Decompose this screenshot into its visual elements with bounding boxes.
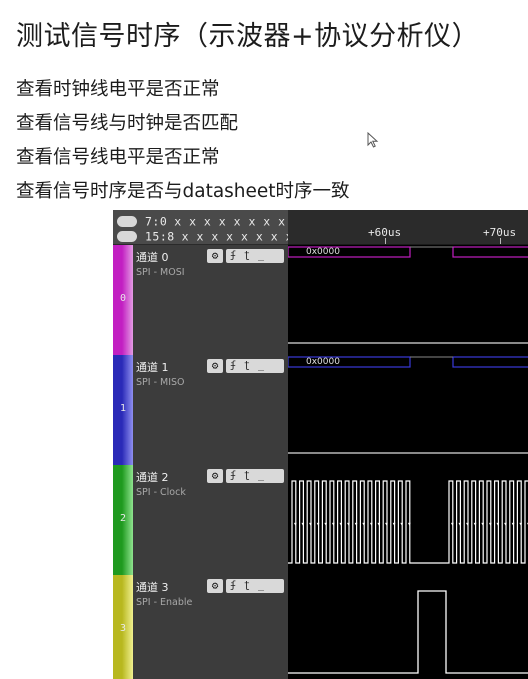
mouse-cursor-icon: [367, 132, 379, 148]
channel-1-description: SPI - MISO: [136, 377, 185, 388]
sample-arrow-icon: ▾: [346, 520, 350, 528]
bullet-clock-level: 查看时钟线电平是否正常: [16, 79, 220, 100]
channel-1-settings-gear-icon[interactable]: ⚙: [207, 359, 223, 373]
mosi-trace: [288, 246, 528, 344]
channel-3-number: 3: [119, 623, 127, 634]
sample-arrow-icon: ▾: [481, 520, 485, 528]
sample-arrow-icon: ▾: [392, 520, 396, 528]
channel-0-row: 0 通道 0 SPI - MOSI ⚙ ʄ ʈ _ 0x0000: [113, 245, 528, 356]
channel-1-row: 1 通道 1 SPI - MISO ⚙ ʄ ʈ _ 0x0000: [113, 355, 528, 466]
sample-arrow-icon: ▾: [354, 520, 358, 528]
channel-3-trigger-selector[interactable]: ʄ ʈ _: [226, 579, 284, 593]
bus-toggle-low-button[interactable]: [117, 216, 137, 227]
sample-arrow-icon: ▾: [301, 520, 305, 528]
sample-arrow-icon: ▾: [511, 520, 515, 528]
rising-edge-trigger-icon[interactable]: ʄ: [226, 579, 240, 593]
channel-1-panel: 通道 1 SPI - MISO ⚙ ʄ ʈ _: [133, 355, 289, 466]
sample-arrow-icon: ▾: [384, 520, 388, 528]
logic-analyzer-window: 7:0 x x x x x x x x 15:8 x x x x x x x x…: [113, 210, 528, 679]
channel-2-name: 通道 2: [136, 471, 169, 484]
sample-arrow-icon: ▾: [458, 520, 462, 528]
channel-0-description: SPI - MOSI: [136, 267, 185, 278]
sample-arrow-icon: ▾: [377, 520, 381, 528]
channel-1-number: 1: [119, 403, 127, 414]
channel-1-name: 通道 1: [136, 361, 169, 374]
rising-edge-trigger-icon[interactable]: ʄ: [226, 469, 240, 483]
time-ruler[interactable]: +60us +70us: [288, 210, 528, 245]
falling-edge-trigger-icon[interactable]: ʈ: [240, 469, 254, 483]
enable-trace: [288, 590, 528, 674]
sample-arrow-icon: ▾: [316, 520, 320, 528]
channel-3-row: 3 通道 3 SPI - Enable ⚙ ʄ ʈ _: [113, 575, 528, 679]
sample-arrow-icon: ▾: [450, 520, 454, 528]
sample-arrow-icon: ▾: [407, 520, 411, 528]
sample-arrow-icon: ▾: [519, 520, 523, 528]
channel-3-waveform[interactable]: [288, 575, 528, 679]
channel-1-trigger-selector[interactable]: ʄ ʈ _: [226, 359, 284, 373]
miso-decoded-value: 0x0000: [306, 357, 340, 367]
sample-arrow-icon: ▾: [473, 520, 477, 528]
rising-edge-trigger-icon[interactable]: ʄ: [226, 249, 240, 263]
bus-high-label: 15:8: [145, 229, 175, 244]
channel-0-number: 0: [119, 293, 127, 304]
bus-low-value: x x x x x x x x: [174, 214, 286, 229]
channel-0-panel: 通道 0 SPI - MOSI ⚙ ʄ ʈ _: [133, 245, 289, 356]
bus-toggle-high-button[interactable]: [117, 231, 137, 242]
channel-0-waveform[interactable]: 0x0000: [288, 245, 528, 356]
channel-2-number: 2: [119, 513, 127, 524]
falling-edge-trigger-icon[interactable]: ʈ: [240, 579, 254, 593]
channel-1-waveform[interactable]: 0x0000: [288, 355, 528, 466]
sample-arrow-icon: ▾: [293, 520, 297, 528]
channel-2-panel: 通道 2 SPI - Clock ⚙ ʄ ʈ _: [133, 465, 289, 576]
no-trigger-icon[interactable]: _: [254, 249, 268, 263]
tick-mark: [385, 238, 386, 244]
channel-3-settings-gear-icon[interactable]: ⚙: [207, 579, 223, 593]
channel-2-waveform[interactable]: ▾▾▾▾▾▾▾▾▾▾▾▾▾▾▾▾▾▾▾▾▾▾▾▾▾▾▾: [288, 465, 528, 576]
bus-row-high: 15:8 x x x x x x x x: [117, 229, 293, 244]
sample-arrow-icon: ▾: [369, 520, 373, 528]
channel-0-settings-gear-icon[interactable]: ⚙: [207, 249, 223, 263]
no-trigger-icon[interactable]: _: [254, 359, 268, 373]
sample-arrow-icon: ▾: [496, 520, 500, 528]
bus-row-low: 7:0 x x x x x x x x: [117, 214, 286, 229]
no-trigger-icon[interactable]: _: [254, 469, 268, 483]
miso-trace: [288, 356, 528, 454]
sample-arrow-icon: ▾: [488, 520, 492, 528]
sample-arrow-icon: ▾: [324, 520, 328, 528]
bus-high-value: x x x x x x x x: [181, 229, 293, 244]
sample-arrow-icon: ▾: [362, 520, 366, 528]
channel-2-description: SPI - Clock: [136, 487, 186, 498]
sample-arrow-icon: ▾: [465, 520, 469, 528]
bullet-timing-datasheet: 查看信号时序是否与datasheet时序一致: [16, 181, 350, 202]
sample-arrow-icon: ▾: [339, 520, 343, 528]
bus-low-label: 7:0: [145, 214, 168, 229]
sample-arrow-icon: ▾: [331, 520, 335, 528]
channel-2-trigger-selector[interactable]: ʄ ʈ _: [226, 469, 284, 483]
rising-edge-trigger-icon[interactable]: ʄ: [226, 359, 240, 373]
falling-edge-trigger-icon[interactable]: ʈ: [240, 249, 254, 263]
channel-0-name: 通道 0: [136, 251, 169, 264]
mosi-decoded-value: 0x0000: [306, 247, 340, 257]
falling-edge-trigger-icon[interactable]: ʈ: [240, 359, 254, 373]
bullet-signal-level: 查看信号线电平是否正常: [16, 147, 220, 168]
bus-header: 7:0 x x x x x x x x 15:8 x x x x x x x x: [113, 210, 292, 245]
channel-2-settings-gear-icon[interactable]: ⚙: [207, 469, 223, 483]
bullet-signal-clock-match: 查看信号线与时钟是否匹配: [16, 113, 239, 134]
no-trigger-icon[interactable]: _: [254, 579, 268, 593]
channel-3-description: SPI - Enable: [136, 597, 193, 608]
sample-arrow-icon: ▾: [503, 520, 507, 528]
channel-3-name: 通道 3: [136, 581, 169, 594]
clock-trace: ▾▾▾▾▾▾▾▾▾▾▾▾▾▾▾▾▾▾▾▾▾▾▾▾▾▾▾: [288, 480, 528, 564]
channel-2-row: 2 通道 2 SPI - Clock ⚙ ʄ ʈ _ ▾ ▾ ▾ ▾ ▾ ▾ ▾ ▾ ▾ ▾ ▾ ▾ ▾ ▾ ▾…: [113, 465, 528, 576]
tick-mark: [500, 238, 501, 244]
slide-title: 测试信号时序（示波器+协议分析仪）: [16, 21, 480, 52]
channel-0-trigger-selector[interactable]: ʄ ʈ _: [226, 249, 284, 263]
sample-arrow-icon: ▾: [308, 520, 312, 528]
channel-3-panel: 通道 3 SPI - Enable ⚙ ʄ ʈ _: [133, 575, 289, 679]
sample-arrow-icon: ▾: [400, 520, 404, 528]
